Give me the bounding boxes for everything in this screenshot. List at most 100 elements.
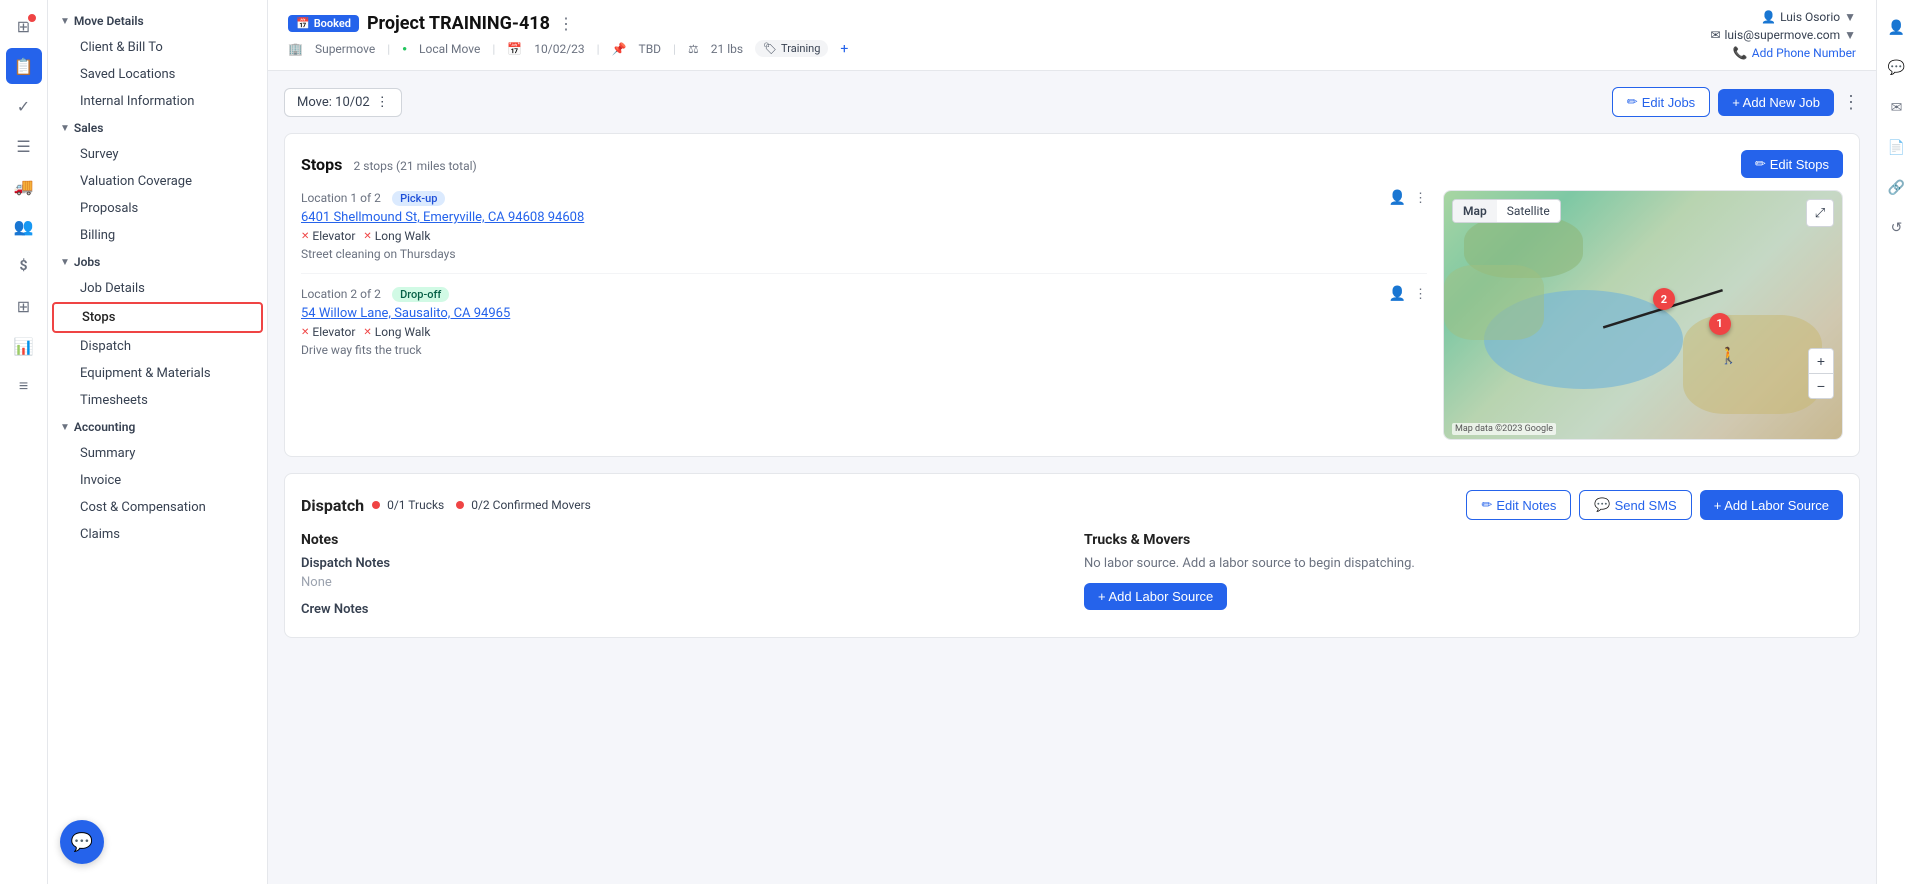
user-dropdown-icon[interactable]: ▼ xyxy=(1844,10,1856,24)
dispatch-trucks-panel: Trucks & Movers No labor source. Add a l… xyxy=(1084,532,1843,621)
move-date-button[interactable]: Move: 10/02 ⋮ xyxy=(284,88,402,117)
stops-card-header: Stops 2 stops (21 miles total) ✏ Edit St… xyxy=(301,150,1843,178)
truck-nav-icon[interactable]: 🚚 xyxy=(6,168,42,204)
nav-dispatch[interactable]: Dispatch xyxy=(52,333,263,360)
user-name: Luis Osorio xyxy=(1780,10,1840,24)
right-link-icon[interactable]: 🔗 xyxy=(1881,172,1913,204)
map-expand-button[interactable]: ⤢ xyxy=(1806,199,1834,227)
nav-cost-compensation[interactable]: Cost & Compensation xyxy=(52,494,263,521)
nav-internal-info[interactable]: Internal Information xyxy=(52,88,263,115)
stop-2-icons: 👤 ⋮ xyxy=(1389,286,1427,302)
stop-1-label-group: Location 1 of 2 Pick-up xyxy=(301,191,445,206)
nav-timesheets[interactable]: Timesheets xyxy=(52,387,263,414)
project-weight: 21 lbs xyxy=(711,42,743,56)
chat-floating-button[interactable]: 💬 xyxy=(60,820,104,864)
stop-2-address[interactable]: 54 Willow Lane, Sausalito, CA 94965 xyxy=(301,306,1427,321)
nav-proposals[interactable]: Proposals xyxy=(52,195,263,222)
trucks-movers-title: Trucks & Movers xyxy=(1084,532,1843,548)
nav-stops[interactable]: Stops xyxy=(52,302,263,333)
accounting-label: Accounting xyxy=(74,420,135,434)
nav-equipment[interactable]: Equipment & Materials xyxy=(52,360,263,387)
map-zoom-in[interactable]: + xyxy=(1809,349,1833,373)
jobs-section[interactable]: ▼ Jobs xyxy=(48,249,267,275)
dispatch-notes-panel: Notes Dispatch Notes None Crew Notes xyxy=(301,532,1060,621)
people-nav-icon[interactable]: 👥 xyxy=(6,208,42,244)
add-tag-icon[interactable]: + xyxy=(840,41,848,57)
stop-1-icons: 👤 ⋮ xyxy=(1389,190,1427,206)
nav-survey[interactable]: Survey xyxy=(52,141,263,168)
home-nav-icon[interactable]: ⊞ xyxy=(6,8,42,44)
nav-invoice[interactable]: Invoice xyxy=(52,467,263,494)
right-person-icon[interactable]: 👤 xyxy=(1881,12,1913,44)
nav-client-bill[interactable]: Client & Bill To xyxy=(52,34,263,61)
stop-2-tags: ✕ Elevator ✕ Long Walk xyxy=(301,325,1427,339)
notes-section-title: Notes xyxy=(301,532,1060,548)
nav-saved-locations[interactable]: Saved Locations xyxy=(52,61,263,88)
phone-row: 📞 Add Phone Number xyxy=(1733,46,1856,60)
phone-icon: 📞 xyxy=(1733,46,1748,60)
lines-nav-icon[interactable]: ≡ xyxy=(6,368,42,404)
edit-jobs-button[interactable]: ✏ Edit Jobs xyxy=(1612,87,1710,117)
grid-nav-icon[interactable]: ⊞ xyxy=(6,288,42,324)
dispatch-title: Dispatch xyxy=(301,496,364,515)
right-document-icon[interactable]: 📄 xyxy=(1881,132,1913,164)
stop-1-menu-icon[interactable]: ⋮ xyxy=(1414,191,1427,206)
stops-title-group: Stops 2 stops (21 miles total) xyxy=(301,155,477,174)
right-refresh-icon[interactable]: ↺ xyxy=(1881,212,1913,244)
stop-2-person-icon[interactable]: 👤 xyxy=(1389,286,1406,302)
edit-notes-button[interactable]: ✏ Edit Notes xyxy=(1466,490,1571,520)
right-mail-icon[interactable]: ✉ xyxy=(1881,92,1913,124)
email-dropdown-icon[interactable]: ▼ xyxy=(1844,28,1856,42)
check-nav-icon[interactable]: ✓ xyxy=(6,88,42,124)
sales-section[interactable]: ▼ Sales xyxy=(48,115,267,141)
header-left: 📅 Booked Project TRAINING-418 ⋮ 🏢 Superm… xyxy=(288,13,848,57)
stop-1-label: Location 1 of 2 xyxy=(301,191,381,205)
stop-2-label: Location 2 of 2 xyxy=(301,287,381,301)
add-labor-source-header-button[interactable]: + Add Labor Source xyxy=(1700,490,1843,520)
dispatch-notes-value: None xyxy=(301,575,1060,590)
stops-card: Stops 2 stops (21 miles total) ✏ Edit St… xyxy=(284,133,1860,457)
right-chat-icon[interactable]: 💬 xyxy=(1881,52,1913,84)
stop-1-person-icon[interactable]: 👤 xyxy=(1389,190,1406,206)
stop-2-tag-elevator: ✕ Elevator xyxy=(301,325,355,339)
accounting-section[interactable]: ▼ Accounting xyxy=(48,414,267,440)
nav-job-details[interactable]: Job Details xyxy=(52,275,263,302)
map-zoom-out[interactable]: − xyxy=(1809,374,1833,398)
header-right: 👤 Luis Osorio ▼ ✉ luis@supermove.com ▼ 📞… xyxy=(1710,10,1856,60)
more-options-icon[interactable]: ⋮ xyxy=(1842,92,1860,113)
calendar-nav-icon[interactable]: 📋 xyxy=(6,48,42,84)
top-header: 📅 Booked Project TRAINING-418 ⋮ 🏢 Superm… xyxy=(268,0,1876,71)
add-phone[interactable]: Add Phone Number xyxy=(1752,46,1856,60)
chart-nav-icon[interactable]: 📊 xyxy=(6,328,42,364)
stops-body: Location 1 of 2 Pick-up 👤 ⋮ 6401 Shellmo… xyxy=(301,190,1843,440)
company-name: Supermove xyxy=(315,42,375,56)
add-new-job-button[interactable]: + Add New Job xyxy=(1718,89,1834,116)
content-area: Move: 10/02 ⋮ ✏ Edit Jobs + Add New Job … xyxy=(268,71,1876,884)
project-title: Project TRAINING-418 xyxy=(367,13,550,34)
add-labor-source-button[interactable]: + Add Labor Source xyxy=(1084,583,1227,610)
map-tabs: Map Satellite xyxy=(1452,199,1561,223)
dispatch-notes-label: Dispatch Notes xyxy=(301,556,1060,571)
map-zoom-controls: + − xyxy=(1808,348,1834,399)
nav-claims[interactable]: Claims xyxy=(52,521,263,548)
nav-billing[interactable]: Billing xyxy=(52,222,263,249)
list-nav-icon[interactable]: ☰ xyxy=(6,128,42,164)
movers-status: 0/2 Confirmed Movers xyxy=(456,498,591,512)
time-icon: 📌 xyxy=(612,42,627,56)
nav-valuation[interactable]: Valuation Coverage xyxy=(52,168,263,195)
nav-summary[interactable]: Summary xyxy=(52,440,263,467)
stop-2-menu-icon[interactable]: ⋮ xyxy=(1414,287,1427,302)
map-tab-satellite[interactable]: Satellite xyxy=(1497,200,1560,222)
dollar-nav-icon[interactable]: $ xyxy=(6,248,42,284)
stop-2-note: Drive way fits the truck xyxy=(301,343,1427,357)
project-menu-icon[interactable]: ⋮ xyxy=(558,14,574,33)
move-details-section[interactable]: ▼ Move Details xyxy=(48,8,267,34)
send-sms-button[interactable]: 💬 Send SMS xyxy=(1579,490,1691,520)
move-bar: Move: 10/02 ⋮ ✏ Edit Jobs + Add New Job … xyxy=(284,87,1860,117)
move-kebab-icon[interactable]: ⋮ xyxy=(376,95,389,110)
map-tab-map[interactable]: Map xyxy=(1453,200,1497,222)
weight-icon: ⚖ xyxy=(688,42,699,56)
edit-stops-button[interactable]: ✏ Edit Stops xyxy=(1741,150,1843,178)
stop-1-header: Location 1 of 2 Pick-up 👤 ⋮ xyxy=(301,190,1427,206)
stop-1-address[interactable]: 6401 Shellmound St, Emeryville, CA 94608… xyxy=(301,210,1427,225)
